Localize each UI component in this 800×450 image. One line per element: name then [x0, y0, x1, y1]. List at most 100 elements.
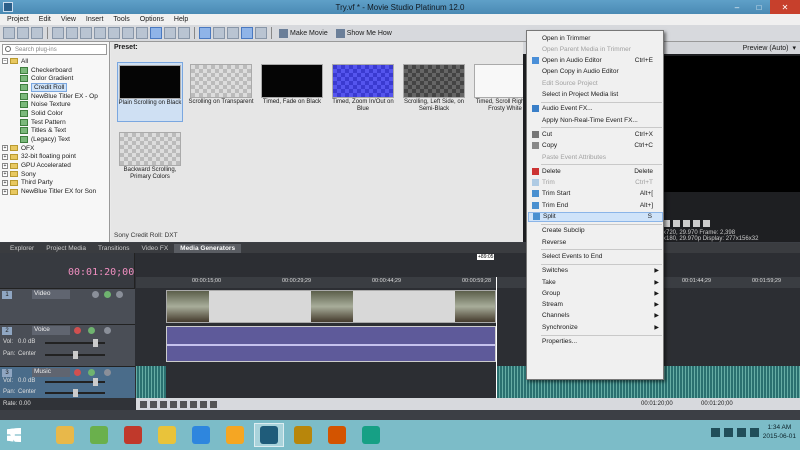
expand-toggle-icon[interactable]: + — [2, 153, 8, 160]
auto-ripple-icon[interactable] — [199, 27, 211, 39]
menu-item-switches[interactable]: Switches ▶ — [528, 266, 663, 276]
mute-icon[interactable] — [104, 369, 111, 376]
volume-slider[interactable] — [45, 339, 105, 347]
taskbar-app-movie-studio[interactable] — [254, 423, 284, 447]
menu-help[interactable]: Help — [169, 16, 193, 23]
previous-frame-icon[interactable] — [693, 220, 700, 227]
tab-transitions[interactable]: Transitions — [92, 244, 136, 253]
properties-icon[interactable] — [66, 27, 78, 39]
taskbar-app-paint[interactable] — [322, 423, 352, 447]
menu-item-open-in-trimmer[interactable]: Open in Trimmer — [528, 33, 663, 43]
menu-tools[interactable]: Tools — [108, 16, 134, 23]
envelope-tool-icon[interactable] — [164, 27, 176, 39]
chevron-down-icon[interactable]: ▾ — [792, 44, 796, 52]
taskbar-app-chrome[interactable] — [152, 423, 182, 447]
tree-node[interactable]: Credit Roll — [0, 82, 109, 92]
tree-node[interactable]: Noise Texture — [0, 100, 109, 109]
start-button[interactable] — [0, 420, 28, 450]
preview-quality-dropdown[interactable]: Preview (Auto) — [743, 45, 789, 52]
track-name[interactable]: Voice — [32, 326, 70, 335]
volume-slider[interactable] — [45, 378, 105, 386]
menu-insert[interactable]: Insert — [81, 16, 109, 23]
menu-edit[interactable]: Edit — [34, 16, 56, 23]
make-movie-button[interactable]: Make Movie — [276, 27, 331, 40]
taskbar-app-app-office[interactable] — [118, 423, 148, 447]
taskbar-app-notes[interactable] — [356, 423, 386, 447]
menu-view[interactable]: View — [56, 16, 81, 23]
clock[interactable]: 1:34 AM 2015-06-01 — [763, 423, 796, 441]
solo-icon[interactable] — [104, 291, 111, 298]
record-arm-icon[interactable] — [74, 327, 81, 334]
normal-edit-tool-icon[interactable] — [150, 27, 162, 39]
open-icon[interactable] — [17, 27, 29, 39]
search-input[interactable]: Search plug-ins — [2, 44, 107, 55]
menu-item-channels[interactable]: Channels ▶ — [528, 311, 663, 321]
video-event[interactable] — [166, 290, 496, 323]
play-icon[interactable] — [663, 220, 670, 227]
taskbar-app-installer[interactable] — [288, 423, 318, 447]
record-arm-icon[interactable] — [74, 369, 81, 376]
menu-item-open-in-audio-editor[interactable]: Open in Audio Editor Ctrl+E — [528, 56, 663, 66]
tree-node[interactable]: Checkerboard — [0, 66, 109, 75]
tree-node[interactable]: Test Pattern — [0, 118, 109, 127]
track-name[interactable]: Video — [32, 290, 70, 299]
minimize-button[interactable]: – — [726, 0, 748, 14]
menu-project[interactable]: Project — [2, 16, 34, 23]
menu-options[interactable]: Options — [135, 16, 169, 23]
loop-region-marker[interactable]: +89:05 — [477, 254, 495, 260]
menu-item-take[interactable]: Take ▶ — [528, 277, 663, 287]
pan-knob[interactable] — [73, 351, 78, 359]
menu-item-select-in-project-media-list[interactable]: Select in Project Media list — [528, 90, 663, 100]
mute-icon[interactable] — [92, 291, 99, 298]
menu-item-trim-start[interactable]: Trim Start Alt+[ — [528, 189, 663, 199]
track-header-voice[interactable]: 2 Voice Vol: 0.0 dB Pan: Center — [0, 324, 135, 366]
tree-node[interactable]: + OFX — [0, 144, 109, 153]
tab-explorer[interactable]: Explorer — [4, 244, 40, 253]
voice-audio-event[interactable] — [166, 326, 496, 362]
go-to-start-icon[interactable] — [200, 400, 207, 408]
snapping-icon[interactable] — [255, 27, 267, 39]
save-icon[interactable] — [31, 27, 43, 39]
menu-item-split[interactable]: Split S — [528, 211, 663, 222]
track-header-video[interactable]: 1 Video — [0, 288, 135, 324]
expand-toggle-icon[interactable]: – — [2, 58, 8, 65]
tree-node[interactable]: NewBlue Titler EX - Op — [0, 92, 109, 101]
pause-icon[interactable] — [180, 400, 187, 408]
paste-icon[interactable] — [108, 27, 120, 39]
render-icon[interactable] — [52, 27, 64, 39]
tree-node[interactable]: + NewBlue Titler EX for Son — [0, 187, 109, 196]
menu-item-copy[interactable]: Copy Ctrl+C — [528, 141, 663, 151]
pause-icon[interactable] — [673, 220, 680, 227]
ignore-grouping-icon[interactable] — [227, 27, 239, 39]
tree-node[interactable]: (Legacy) Text — [0, 135, 109, 144]
menu-item-properties[interactable]: Properties... — [528, 337, 663, 347]
volume-knob[interactable] — [93, 378, 98, 386]
tab-project-media[interactable]: Project Media — [40, 244, 92, 253]
maximize-button[interactable]: □ — [748, 0, 770, 14]
undo-icon[interactable] — [122, 27, 134, 39]
show-me-how-button[interactable]: Show Me How — [333, 27, 395, 40]
stop-icon[interactable] — [683, 220, 690, 227]
copy-icon[interactable] — [94, 27, 106, 39]
tree-node[interactable]: Solid Color — [0, 109, 109, 118]
mute-icon[interactable] — [104, 327, 111, 334]
expand-toggle-icon[interactable]: + — [2, 188, 8, 195]
menu-item-audio-event-fx[interactable]: Audio Event FX... — [528, 104, 663, 114]
record-icon[interactable] — [140, 400, 147, 408]
redo-icon[interactable] — [136, 27, 148, 39]
next-frame-icon[interactable] — [703, 220, 710, 227]
flag-icon[interactable] — [723, 427, 733, 437]
auto-crossfade-icon[interactable] — [241, 27, 253, 39]
stop-icon[interactable] — [190, 400, 197, 408]
network-icon[interactable] — [736, 427, 746, 437]
cut-icon[interactable] — [80, 27, 92, 39]
new-project-icon[interactable] — [3, 27, 15, 39]
menu-item-stream[interactable]: Stream ▶ — [528, 300, 663, 310]
playback-rate[interactable]: Rate: 0.00 — [0, 398, 135, 410]
loop-icon[interactable] — [150, 400, 157, 408]
play-from-start-icon[interactable] — [160, 400, 167, 408]
expand-toggle-icon[interactable]: + — [2, 162, 8, 169]
preset-thumbnail[interactable]: Scrolling, Left Side, on Semi-Black — [401, 62, 467, 122]
menu-item-select-events-to-end[interactable]: Select Events to End — [528, 251, 663, 261]
track-header-music[interactable]: 3 Music Vol: 0.0 dB Pan: Center — [0, 366, 135, 398]
